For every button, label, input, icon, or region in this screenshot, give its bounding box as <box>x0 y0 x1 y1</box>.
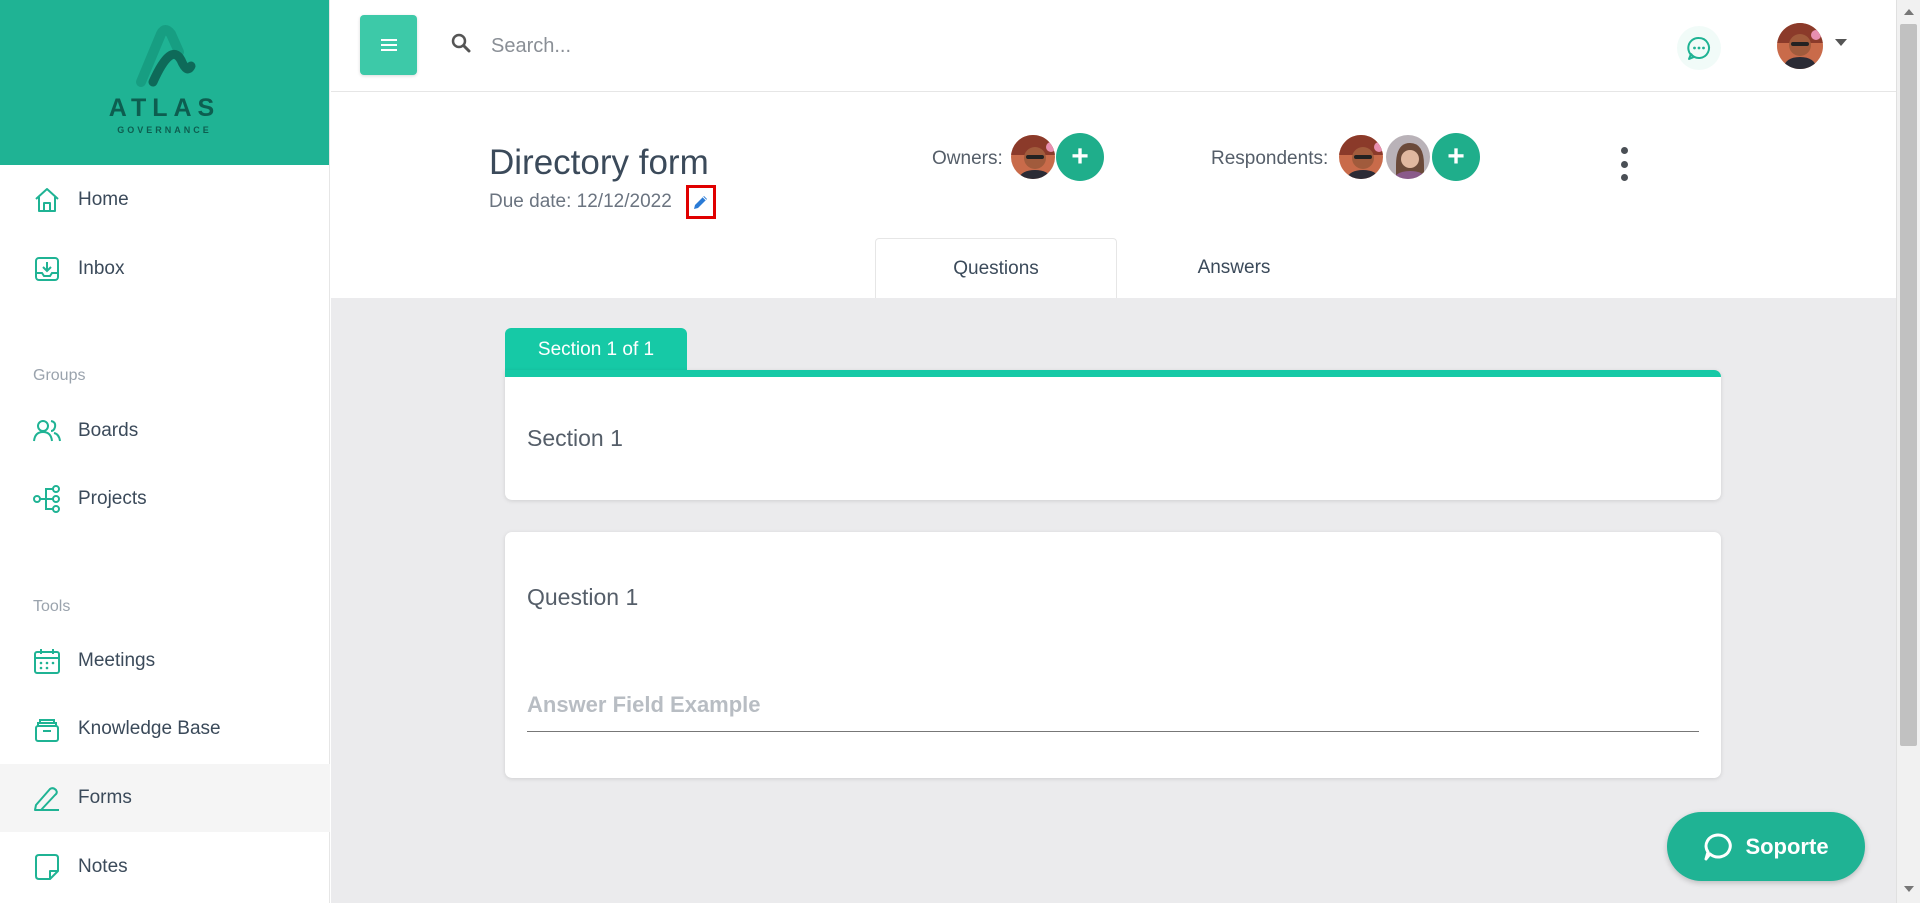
search-icon <box>451 33 471 58</box>
inbox-icon <box>32 254 62 284</box>
chat-bubble-icon <box>1704 832 1733 860</box>
sidebar-item-forms[interactable]: Forms <box>0 764 330 832</box>
sidebar-item-label: Inbox <box>78 258 125 279</box>
sidebar-item-inbox[interactable]: Inbox <box>0 235 330 303</box>
question-card[interactable]: Question 1 Answer Field Example <box>505 532 1721 778</box>
sidebar-item-boards[interactable]: Boards <box>0 397 330 465</box>
note-icon <box>32 852 62 882</box>
form-title: Directory form <box>489 143 709 182</box>
question-title: Question 1 <box>527 584 639 610</box>
sidebar-item-notes[interactable]: Notes <box>0 833 330 901</box>
top-bar <box>331 0 1896 92</box>
sidebar-item-label: Notes <box>78 856 128 877</box>
page-scrollbar[interactable] <box>1896 0 1920 903</box>
owners-label: Owners: <box>932 148 1003 169</box>
scroll-up-arrow-icon[interactable] <box>1904 9 1914 15</box>
due-date: Due date: 12/12/2022 <box>489 191 672 212</box>
section-title: Section 1 <box>527 425 623 451</box>
pen-icon <box>32 783 62 813</box>
scroll-down-arrow-icon[interactable] <box>1904 886 1914 892</box>
section-label-groups: Groups <box>33 367 86 384</box>
support-label: Soporte <box>1745 833 1829 859</box>
answer-field[interactable]: Answer Field Example <box>527 692 1699 732</box>
users-icon <box>32 416 62 446</box>
respondent-avatar[interactable] <box>1384 133 1432 181</box>
owner-avatar[interactable] <box>1009 133 1057 181</box>
chat-button[interactable] <box>1677 26 1721 70</box>
project-tree-icon <box>32 484 62 514</box>
section-tab[interactable]: Section 1 of 1 <box>505 328 687 372</box>
calendar-icon <box>32 646 62 676</box>
sidebar-item-meetings[interactable]: Meetings <box>0 627 330 695</box>
add-owner-button[interactable]: + <box>1056 133 1104 181</box>
sidebar-item-projects[interactable]: Projects <box>0 465 330 533</box>
section-label-tools: Tools <box>33 598 71 615</box>
sidebar-item-label: Home <box>78 189 129 210</box>
sidebar-item-label: Forms <box>78 787 132 808</box>
respondent-avatar[interactable] <box>1337 133 1385 181</box>
sidebar-item-label: Knowledge Base <box>78 718 221 739</box>
sidebar-item-label: Meetings <box>78 650 156 671</box>
pencil-icon <box>694 196 707 209</box>
sidebar-item-label: Projects <box>78 488 147 509</box>
chat-icon <box>1687 36 1710 60</box>
section-card[interactable]: Section 1 <box>505 370 1721 500</box>
home-icon <box>32 185 62 215</box>
sidebar: ATLAS GOVERNANCE Home Inbox Groups Board… <box>0 0 330 903</box>
edit-due-date-button[interactable] <box>686 185 716 219</box>
hamburger-menu-button[interactable] <box>360 15 417 75</box>
hamburger-icon <box>380 39 397 51</box>
add-respondent-button[interactable]: + <box>1432 133 1480 181</box>
respondents-label: Respondents: <box>1211 148 1329 169</box>
archive-icon <box>32 714 62 744</box>
brand-tagline: GOVERNANCE <box>117 125 212 135</box>
tab-questions[interactable]: Questions <box>875 238 1117 298</box>
sidebar-item-knowledge-base[interactable]: Knowledge Base <box>0 695 330 763</box>
sidebar-item-label: Boards <box>78 420 139 441</box>
brand-logo[interactable]: ATLAS GOVERNANCE <box>0 0 329 165</box>
tab-answers[interactable]: Answers <box>1113 238 1355 298</box>
user-avatar[interactable] <box>1777 23 1823 69</box>
search-input[interactable] <box>491 28 1091 64</box>
form-content: Section 1 of 1 Section 1 Question 1 Answ… <box>331 298 1896 903</box>
atlas-logo-icon <box>135 25 195 87</box>
form-header: Directory form Due date: 12/12/2022 Owne… <box>331 93 1896 298</box>
sidebar-item-home[interactable]: Home <box>0 166 330 234</box>
user-menu-caret-icon[interactable] <box>1835 39 1847 46</box>
support-button[interactable]: Soporte <box>1667 812 1865 881</box>
brand-name: ATLAS <box>108 94 221 122</box>
more-options-kebab-icon[interactable] <box>1618 147 1630 181</box>
scrollbar-thumb[interactable] <box>1900 24 1917 746</box>
